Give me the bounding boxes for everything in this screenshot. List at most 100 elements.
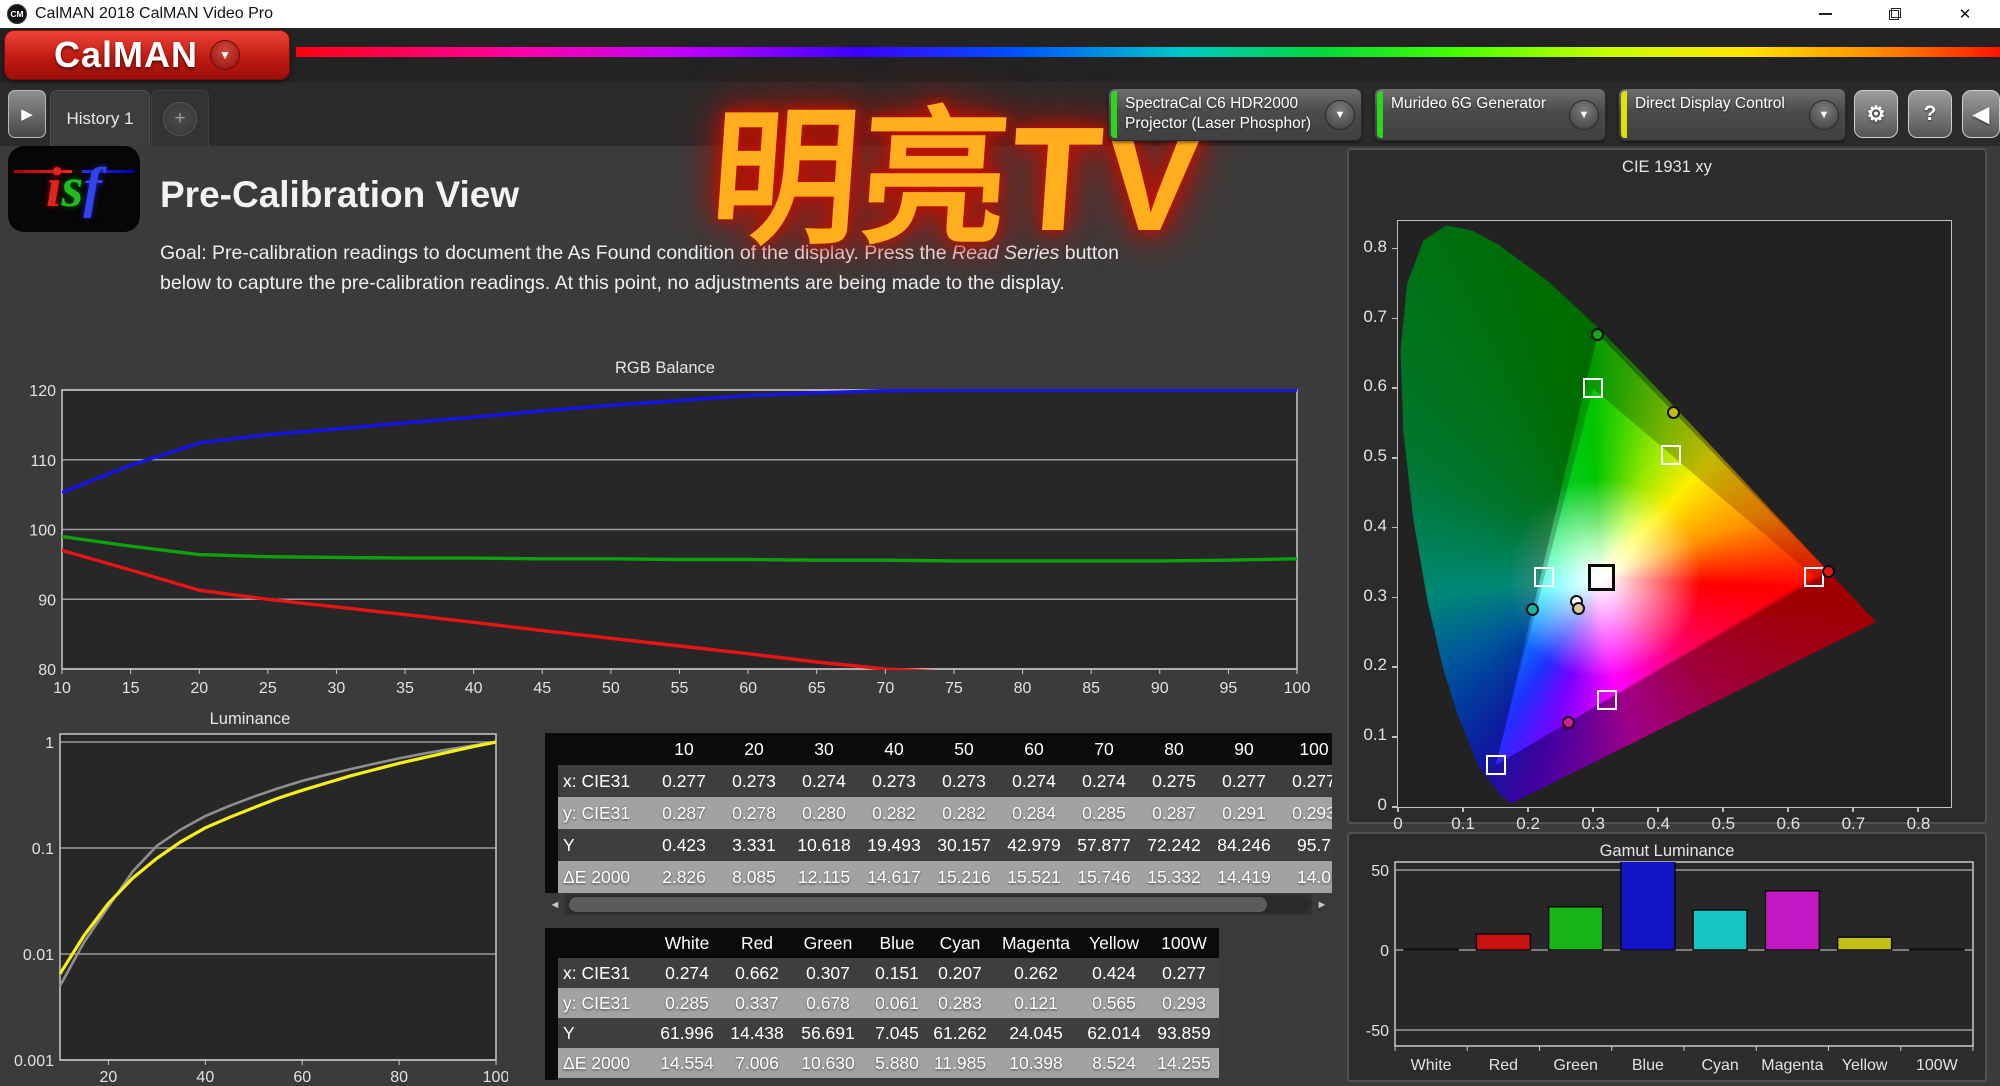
meter-status-indicator — [1111, 91, 1117, 138]
cie-y-tick-label: 0.4 — [1363, 515, 1387, 535]
table-cell: 14.419 — [1209, 861, 1279, 893]
meter-dropdown[interactable]: SpectraCal C6 HDR2000 Projector (Laser Ph… — [1108, 88, 1362, 141]
display-dropdown-label: Direct Display Control — [1635, 95, 1785, 112]
cie-x-tick-label: 0.7 — [1841, 814, 1866, 833]
table-cell: 72.242 — [1139, 829, 1209, 861]
cie-1931-panel: CIE 1931 xy 0 0.1 0.2 0.3 0.4 0.5 0.6 0.7 0.8 0 0.… — [1347, 148, 1987, 833]
svg-text:90: 90 — [38, 592, 56, 609]
scrollbar-track[interactable] — [567, 896, 1310, 913]
cie-chromaticity-plot — [1397, 220, 1952, 808]
table-cell: 0.423 — [649, 829, 719, 861]
table-cell: 95.7 — [1279, 829, 1332, 861]
svg-text:25: 25 — [259, 680, 277, 697]
chevron-down-icon[interactable]: ▼ — [1325, 100, 1355, 130]
device-controls: SpectraCal C6 HDR2000 Projector (Laser Ph… — [0, 0, 2000, 141]
display-control-dropdown[interactable]: Direct Display Control ▼ — [1618, 88, 1846, 141]
table-cell: 14.554 — [649, 1048, 725, 1078]
table-cell: 10 — [649, 733, 719, 765]
cyan-target-marker — [1534, 567, 1555, 588]
table-cell: 0.061 — [867, 988, 927, 1018]
svg-text:Magenta: Magenta — [1761, 1057, 1823, 1074]
cie-x-tick — [1787, 807, 1789, 812]
table-cell: 0.280 — [789, 797, 859, 829]
magenta-target-marker — [1596, 689, 1617, 710]
svg-text:45: 45 — [533, 680, 551, 697]
table-cell: 5.880 — [867, 1048, 927, 1078]
table-cell: 56.691 — [789, 1018, 867, 1048]
table-cell: 0.307 — [789, 958, 867, 988]
cie-y-tick-label: 0.2 — [1363, 655, 1387, 675]
chevron-down-icon[interactable]: ▼ — [1569, 100, 1599, 130]
table-cell: 10.630 — [789, 1048, 867, 1078]
table-cell: 24.045 — [993, 1018, 1079, 1048]
chevron-down-icon[interactable]: ▼ — [1809, 100, 1839, 130]
table-horizontal-scrollbar[interactable]: ◄ ► — [545, 894, 1332, 915]
cie-x-tick-label: 0.5 — [1711, 814, 1736, 833]
table-cell: Y — [545, 1018, 649, 1048]
svg-text:110: 110 — [30, 453, 56, 470]
table-cell: 15.332 — [1139, 861, 1209, 893]
scroll-right-arrow[interactable]: ► — [1312, 894, 1332, 915]
svg-text:40: 40 — [196, 1069, 214, 1082]
table-cell: 0.283 — [927, 988, 993, 1018]
table-cell: 61.996 — [649, 1018, 725, 1048]
blue-target-marker — [1485, 755, 1506, 776]
table-cell: Magenta — [993, 928, 1079, 958]
tab-history-1[interactable]: History 1 — [50, 90, 150, 146]
scroll-left-arrow[interactable]: ◄ — [545, 894, 565, 915]
table-cell: y: CIE31 — [545, 797, 649, 829]
table-cell: 0.273 — [859, 765, 929, 797]
cie-x-tick — [1397, 807, 1399, 812]
svg-text:80: 80 — [38, 662, 56, 679]
svg-text:50: 50 — [602, 680, 620, 697]
table-cell: Yellow — [1079, 928, 1149, 958]
page-title: Pre-Calibration View — [160, 174, 520, 215]
table-cell: 0.207 — [927, 958, 993, 988]
generator-dropdown[interactable]: Murideo 6G Generator ▼ — [1374, 88, 1606, 141]
svg-text:120: 120 — [29, 383, 56, 400]
table-cell: 10.618 — [789, 829, 859, 861]
table-cell: 2.826 — [649, 861, 719, 893]
svg-text:100: 100 — [29, 523, 56, 540]
cie-x-tick-label: 0 — [1393, 814, 1403, 833]
gamut-luminance-panel: Gamut Luminance -50 0 50 White Red Green Blue C… — [1347, 832, 1987, 1082]
table-cell: 0.287 — [1139, 797, 1209, 829]
svg-text:100: 100 — [483, 1069, 508, 1082]
table-cell: 0.291 — [1209, 797, 1279, 829]
display-status-indicator — [1621, 91, 1627, 138]
table-cell: 14.617 — [859, 861, 929, 893]
svg-text:1: 1 — [45, 735, 54, 752]
table-cell: x: CIE31 — [545, 958, 649, 988]
table-cell: 90 — [1209, 733, 1279, 765]
table-cell: 0.678 — [789, 988, 867, 1018]
scrollbar-thumb[interactable] — [569, 897, 1268, 912]
grayscale-readings-table: 10 20 30 40 50 60 70 80 90 100 x: CIE31 0.277 0.273 0… — [545, 733, 1332, 915]
cie-y-tick — [1392, 666, 1397, 668]
collapse-panel-button[interactable]: ◀ — [1962, 90, 2000, 138]
svg-text:20: 20 — [190, 680, 208, 697]
table-cell: 0.273 — [719, 765, 789, 797]
table-row: x: CIE31 0.277 0.273 0.274 0.273 0.273 0.274 0.… — [545, 765, 1332, 797]
help-button[interactable]: ? — [1908, 90, 1952, 138]
table-cell: 0.274 — [1069, 765, 1139, 797]
cie-y-tick-label: 0 — [1377, 795, 1387, 814]
cie-y-tick — [1392, 526, 1397, 529]
svg-text:Green: Green — [1553, 1057, 1597, 1074]
table-cell: 8.524 — [1079, 1048, 1149, 1078]
table-cell: y: CIE31 — [545, 988, 649, 1018]
table-row: Y 61.996 14.438 56.691 7.045 61.262 24.045 62.0… — [545, 1018, 1221, 1048]
cie-x-tick-label: 0.1 — [1451, 814, 1475, 833]
cie-y-tick-label: 0.7 — [1363, 306, 1387, 326]
svg-text:0.001: 0.001 — [14, 1053, 54, 1070]
gamut-luminance-chart: -50 0 50 White Red Green Blue Cyan Magenta Yellow… — [1366, 861, 1974, 1074]
svg-text:Red: Red — [1489, 1057, 1518, 1074]
svg-text:White: White — [1411, 1057, 1452, 1074]
table-cell: 14.438 — [725, 1018, 789, 1048]
expand-panel-button[interactable]: ▶ — [8, 90, 46, 138]
svg-text:75: 75 — [945, 680, 963, 697]
table-cell: 0.287 — [649, 797, 719, 829]
settings-button[interactable]: ⚙ — [1854, 90, 1898, 138]
svg-text:100: 100 — [1284, 680, 1311, 697]
table-cell: Red — [725, 928, 789, 958]
add-tab-button[interactable]: + — [151, 90, 209, 146]
